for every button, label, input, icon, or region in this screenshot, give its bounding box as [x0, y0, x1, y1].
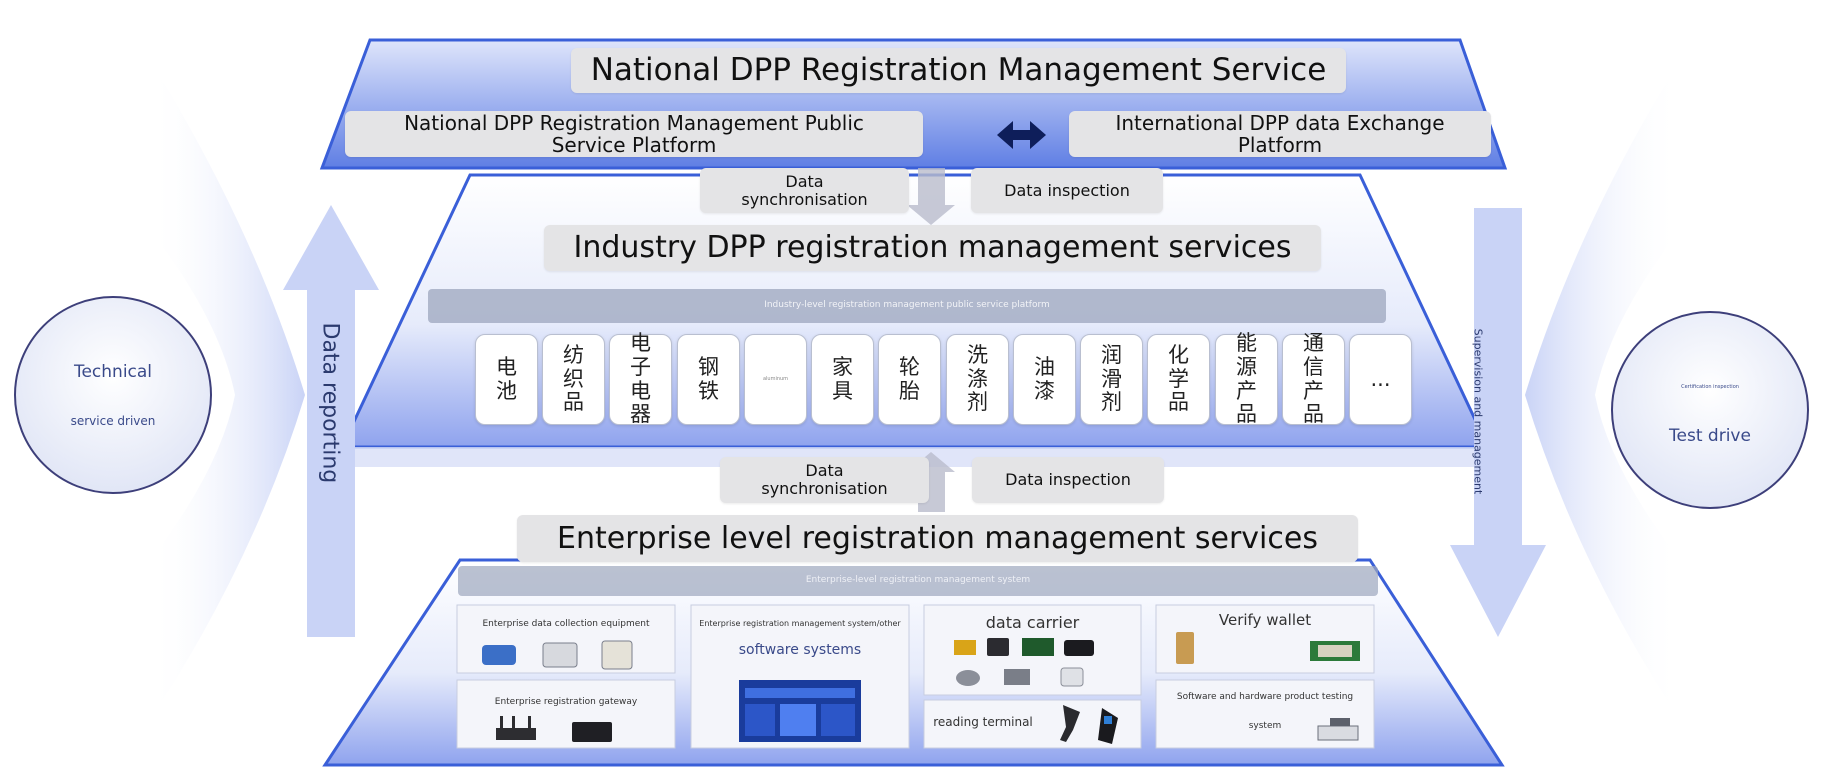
- industry-cell: aluminum: [744, 334, 807, 425]
- industry-cell: 电池: [475, 334, 538, 425]
- dpp-diagram: Technical service driven Certification i…: [0, 0, 1829, 784]
- upper-data-inspection-label: Data inspection: [971, 168, 1163, 213]
- lower-data-sync-label: Data synchronisation: [720, 457, 929, 503]
- industry-cell: 家具: [811, 334, 874, 425]
- technical-subtitle: service driven: [70, 414, 156, 428]
- collection-device-icons: [482, 640, 633, 670]
- industry-cell: 能源产品: [1215, 332, 1278, 426]
- industry-cell: 轮胎: [878, 334, 941, 425]
- test-drive-title: Test drive: [1669, 426, 1751, 446]
- industry-service-title: Industry DPP registration management ser…: [544, 225, 1321, 271]
- certification-label: Certification inspection: [1681, 384, 1739, 390]
- test-drive-circle: [1611, 311, 1809, 509]
- national-service-title: National DPP Registration Management Ser…: [571, 48, 1346, 93]
- industry-cell: 通信产品: [1282, 332, 1345, 426]
- enterprise-service-title: Enterprise level registration management…: [517, 515, 1358, 562]
- supervision-label: Supervision and management: [1471, 328, 1485, 495]
- international-exchange-platform: International DPP data Exchange Platform: [1069, 111, 1491, 157]
- data-reporting-label: Data reporting: [317, 322, 343, 484]
- industry-platform-label: Industry-level registration management p…: [764, 300, 1050, 310]
- panel-registration-gateway: [456, 679, 676, 749]
- software-systems-label: software systems: [738, 642, 862, 658]
- industry-cell: 润滑剂: [1080, 334, 1143, 425]
- national-public-platform: National DPP Registration Management Pub…: [345, 111, 923, 157]
- upper-data-sync-label: Data synchronisation: [700, 168, 909, 213]
- industry-cell: 化学品: [1147, 334, 1210, 425]
- industry-cell: 洗涤剂: [946, 334, 1009, 425]
- industry-cell: 油漆: [1013, 334, 1076, 425]
- technical-title: Technical: [73, 362, 153, 382]
- mgmt-system-label: Enterprise registration management syste…: [699, 619, 901, 628]
- technical-circle: [14, 296, 212, 494]
- industry-cell: 电子电器: [609, 332, 672, 426]
- dashboard-screen-icon: [739, 680, 861, 742]
- lower-data-inspection-label: Data inspection: [972, 457, 1164, 503]
- industry-cell: 纺织品: [542, 334, 605, 425]
- collection-equipment-label: Enterprise data collection equipment: [482, 619, 650, 629]
- industry-cell: 钢铁: [677, 334, 740, 425]
- reading-terminal-label: reading terminal: [933, 715, 1033, 729]
- enterprise-system-label: Enterprise-level registration management…: [805, 575, 1031, 585]
- testing-system-label-2: system: [1248, 721, 1282, 731]
- testing-system-label: Software and hardware product testing: [1176, 692, 1354, 702]
- verify-wallet-label: Verify wallet: [1218, 611, 1312, 629]
- industry-cell: ...: [1349, 334, 1412, 425]
- registration-gateway-label: Enterprise registration gateway: [494, 697, 638, 707]
- data-carrier-label: data carrier: [985, 613, 1080, 632]
